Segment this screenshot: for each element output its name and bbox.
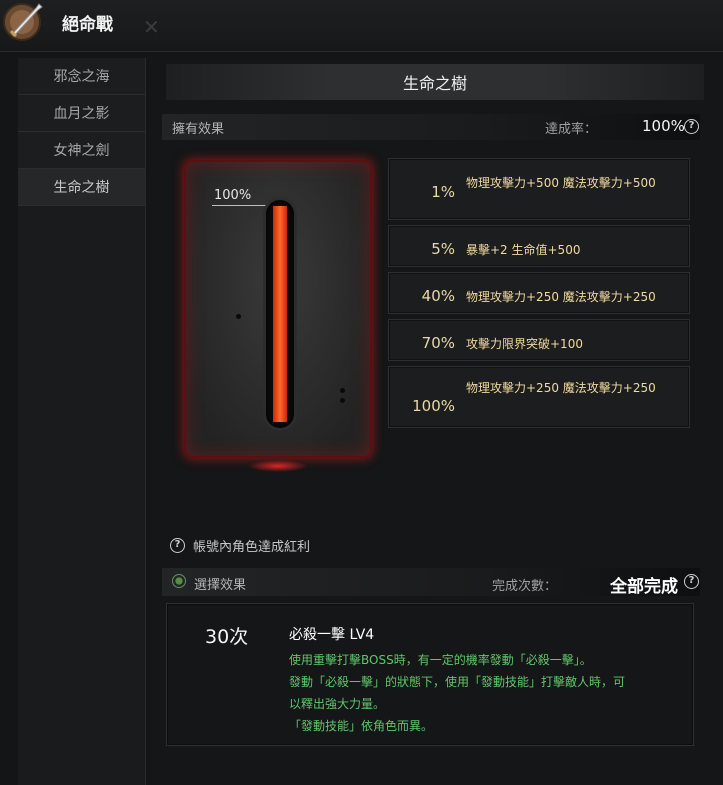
- select-effect-bar: 選擇效果 完成次數： 全部完成 ?: [162, 568, 700, 597]
- sidebar-item-label: 女神之劍: [53, 143, 110, 159]
- select-effect-label: 選擇效果: [194, 578, 247, 593]
- title-bar: 絕命戰 ✕: [0, 0, 723, 52]
- main-panel: 生命之樹 擁有效果 達成率： 100% ? 100% 1% 物理攻擊力+500 …: [150, 58, 723, 785]
- sidebar-item-goddess-sword[interactable]: 女神之劍: [18, 132, 145, 169]
- account-bonus-label: 帳號內角色達成紅利: [193, 540, 311, 555]
- close-icon[interactable]: ✕: [143, 17, 161, 37]
- decorative-hole: [340, 398, 345, 403]
- sword-emblem-icon: [3, 3, 43, 41]
- sidebar-item-label: 邪念之海: [53, 69, 110, 85]
- gauge-fill: [273, 206, 287, 422]
- decorative-hole: [340, 388, 345, 393]
- progress-gauge-card: 100%: [186, 162, 370, 456]
- skill-count: 30次: [205, 626, 249, 648]
- sidebar-item-blood-moon[interactable]: 血月之影: [18, 95, 145, 132]
- effect-description: 物理攻擊力+500 魔法攻擊力+500: [466, 176, 656, 190]
- completion-count-label: 完成次數：: [492, 579, 558, 594]
- page-title: 生命之樹: [166, 64, 704, 100]
- sidebar-item-label: 血月之影: [53, 106, 110, 122]
- help-icon[interactable]: ?: [684, 574, 699, 589]
- effect-threshold: 5%: [431, 240, 455, 258]
- sidebar-item-sea[interactable]: 邪念之海: [18, 58, 145, 95]
- skill-description-line: 以釋出強大力量。: [289, 697, 386, 711]
- effect-description: 物理攻擊力+250 魔法攻擊力+250: [466, 290, 656, 304]
- sidebar-item-label: 生命之樹: [53, 180, 110, 196]
- window-title: 絕命戰: [62, 15, 113, 35]
- skill-description-line: 發動「必殺一擊」的狀態下，使用「發動技能」打擊敵人時，可: [289, 675, 626, 689]
- skill-description-line: 「發動技能」依角色而異。: [289, 719, 434, 733]
- help-icon[interactable]: ?: [170, 538, 185, 553]
- gauge-percent-label: 100%: [214, 188, 252, 203]
- effect-tier: 100% 物理攻擊力+250 魔法攻擊力+250: [388, 366, 690, 428]
- effect-description: 攻擊力限界突破+100: [466, 337, 583, 351]
- select-effect-radio[interactable]: [172, 574, 186, 588]
- completion-rate-value: 100%: [642, 117, 685, 135]
- effect-tier: 1% 物理攻擊力+500 魔法攻擊力+500: [388, 158, 690, 220]
- gauge-glow: [248, 460, 308, 472]
- owned-effects-label: 擁有效果: [172, 122, 225, 137]
- skill-description-line: 使用重擊打擊BOSS時，有一定的機率發動「必殺一擊」。: [289, 653, 592, 667]
- completion-count-value: 全部完成: [610, 577, 678, 597]
- completion-rate-label: 達成率：: [545, 122, 598, 137]
- skill-name: 必殺一擊 LV4: [289, 627, 375, 643]
- effect-threshold: 1%: [431, 183, 455, 201]
- sidebar-item-tree-of-life[interactable]: 生命之樹: [18, 169, 145, 206]
- gauge-marker-line: [212, 205, 274, 206]
- owned-effects-bar: 擁有效果 達成率： 100% ?: [162, 114, 700, 140]
- effect-threshold: 40%: [421, 287, 455, 305]
- decorative-hole: [236, 314, 241, 319]
- effect-description: 物理攻擊力+250 魔法攻擊力+250: [466, 381, 656, 395]
- sidebar: 邪念之海 血月之影 女神之劍 生命之樹: [18, 58, 146, 785]
- effect-threshold: 70%: [421, 334, 455, 352]
- account-bonus-row: ? 帳號內角色達成紅利: [170, 536, 310, 555]
- effect-tier: 5% 暴擊+2 生命值+500: [388, 225, 690, 267]
- skill-detail-panel: 30次 必殺一擊 LV4 使用重擊打擊BOSS時，有一定的機率發動「必殺一擊」。…: [166, 603, 694, 746]
- effect-tier: 70% 攻擊力限界突破+100: [388, 319, 690, 361]
- effect-description: 暴擊+2 生命值+500: [466, 243, 581, 257]
- effect-threshold: 100%: [412, 397, 455, 415]
- help-icon[interactable]: ?: [684, 119, 699, 134]
- effect-tier: 40% 物理攻擊力+250 魔法攻擊力+250: [388, 272, 690, 314]
